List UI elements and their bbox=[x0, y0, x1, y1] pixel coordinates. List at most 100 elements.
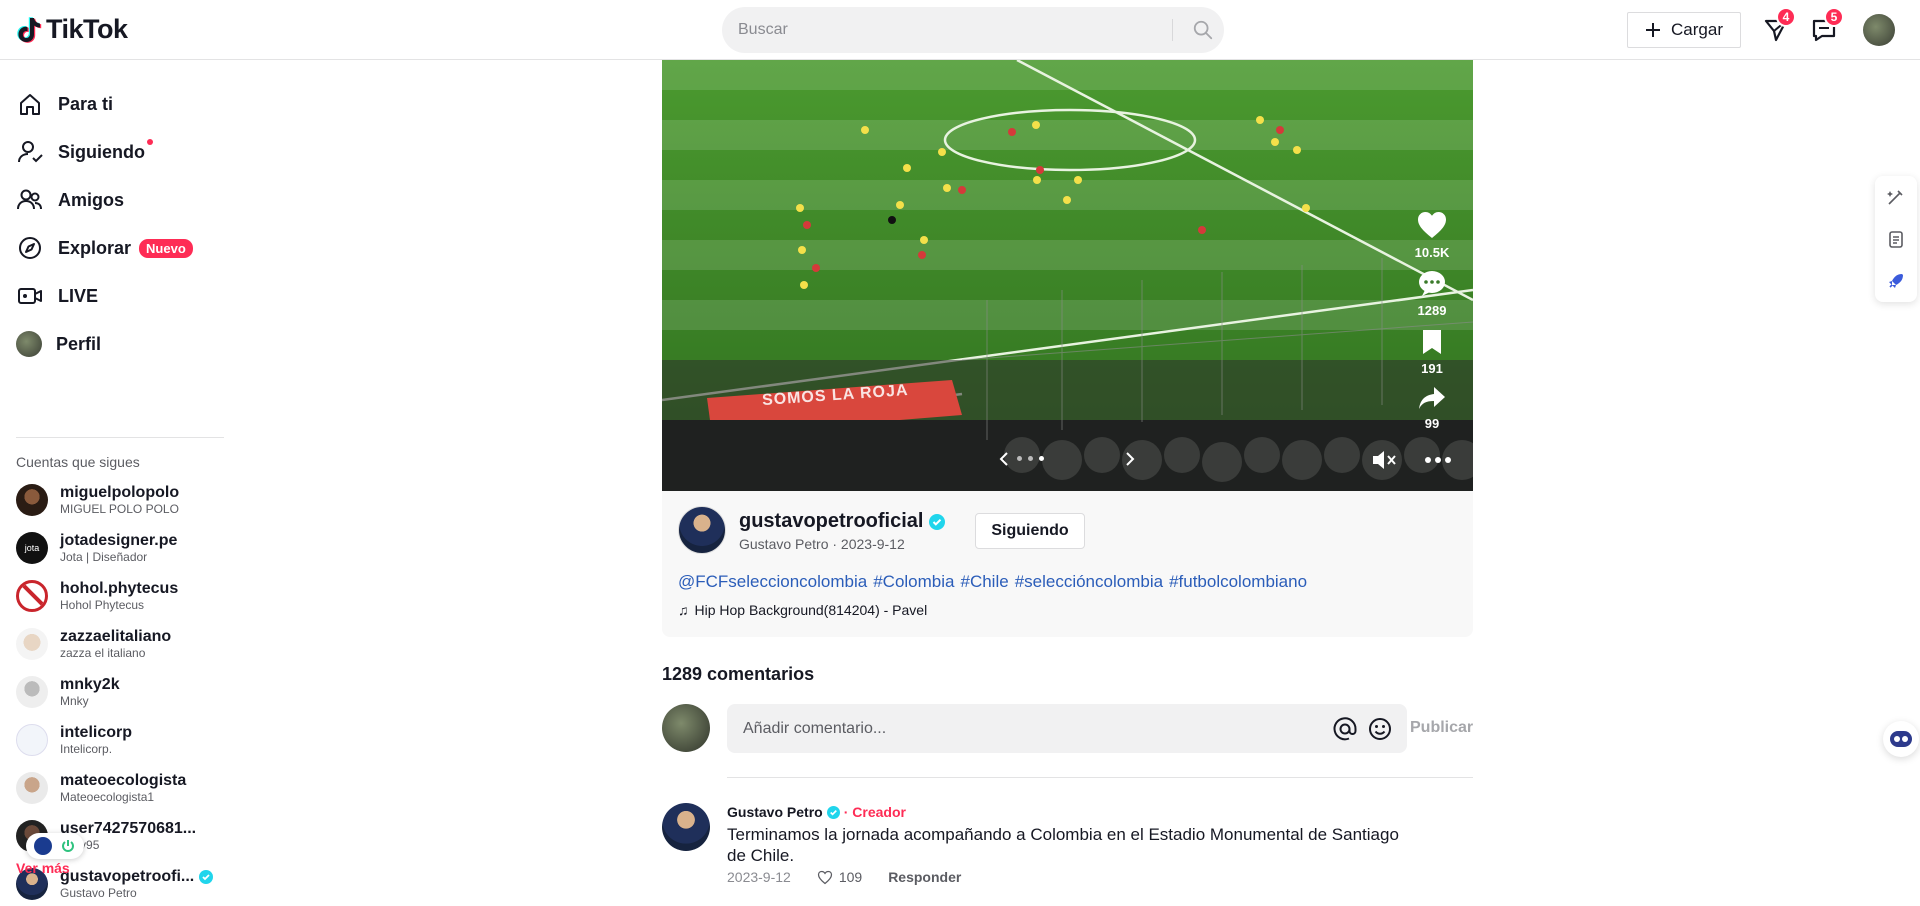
verified-icon bbox=[826, 805, 840, 819]
mention-link[interactable]: @FCFseleccioncolombia bbox=[678, 572, 867, 592]
mention-icon[interactable] bbox=[1332, 716, 1358, 742]
right-toolbar bbox=[1875, 176, 1917, 302]
account-name: intelicorp bbox=[60, 724, 133, 741]
following-button[interactable]: Siguiendo bbox=[975, 513, 1085, 549]
hashtag-link[interactable]: #Chile bbox=[960, 572, 1008, 592]
upload-button[interactable]: Cargar bbox=[1627, 12, 1741, 48]
save-button[interactable]: 191 bbox=[1412, 328, 1452, 376]
account-name: mnky2k bbox=[60, 676, 120, 693]
account-subtitle: zazza el italiano bbox=[60, 646, 146, 660]
hashtag-link[interactable]: #seleccióncolombia bbox=[1015, 572, 1163, 592]
comment-author[interactable]: Gustavo Petro · Creador bbox=[727, 804, 906, 820]
plus-icon bbox=[1646, 23, 1661, 37]
avatar bbox=[16, 772, 48, 804]
carousel-dot[interactable] bbox=[1028, 456, 1033, 461]
nav-label: Siguiendo bbox=[58, 141, 145, 162]
clipboard-icon bbox=[1889, 231, 1903, 248]
account-subtitle: Mnky bbox=[60, 694, 89, 708]
comments-divider bbox=[727, 777, 1473, 778]
account-item[interactable]: intelicorp Intelicorp. bbox=[16, 718, 132, 762]
author-name[interactable]: gustavopetrooficial bbox=[739, 510, 946, 533]
avatar bbox=[16, 484, 48, 516]
chevron-left-icon[interactable] bbox=[998, 451, 1010, 467]
account-name: user7427570681... bbox=[60, 820, 197, 837]
video-player[interactable]: SOMOS LA ROJA 10.5K 1289 191 99 bbox=[662, 60, 1473, 491]
nav-explorar[interactable]: Explorar Nuevo bbox=[16, 228, 193, 268]
comment-button[interactable]: 1289 bbox=[1412, 270, 1452, 318]
carousel-dot[interactable] bbox=[1017, 456, 1022, 461]
nav-live[interactable]: LIVE bbox=[16, 276, 98, 316]
profile-avatar[interactable] bbox=[1863, 14, 1895, 46]
search-divider bbox=[1172, 19, 1173, 41]
compass-icon bbox=[19, 237, 41, 259]
carousel-dot[interactable] bbox=[1039, 456, 1044, 461]
heart-outline-icon bbox=[817, 870, 832, 884]
nav-amigos[interactable]: Amigos bbox=[16, 180, 124, 220]
likes-count: 10.5K bbox=[1414, 245, 1450, 260]
account-item[interactable]: hohol.phytecus Hohol Phytecus bbox=[16, 574, 178, 618]
mini-player-widget[interactable] bbox=[26, 833, 84, 859]
hashtag-link[interactable]: #futbolcolombiano bbox=[1169, 572, 1307, 592]
verified-icon bbox=[929, 513, 946, 530]
comment-input[interactable] bbox=[743, 704, 1303, 753]
account-subtitle: Gustavo Petro bbox=[60, 886, 137, 900]
author-handle: gustavopetrooficial bbox=[739, 510, 924, 532]
nav-label: Amigos bbox=[58, 189, 125, 210]
more-options-icon[interactable] bbox=[1424, 456, 1452, 464]
nav-label: LIVE bbox=[58, 285, 99, 306]
post-info-card: gustavopetrooficial Gustavo Petro · 2023… bbox=[662, 491, 1473, 637]
account-item[interactable]: jota jotadesigner.pe Jota | Diseñador bbox=[16, 526, 177, 570]
search-button[interactable] bbox=[1182, 7, 1224, 53]
share-button[interactable]: 99 bbox=[1412, 385, 1452, 431]
account-subtitle: MIGUEL POLO POLO bbox=[60, 502, 179, 516]
mute-icon[interactable] bbox=[1371, 449, 1397, 471]
account-name: miguelpolopolo bbox=[60, 484, 180, 501]
hashtag-link[interactable]: #Colombia bbox=[873, 572, 954, 592]
ai-edit-tool[interactable] bbox=[1875, 176, 1917, 218]
search-input[interactable] bbox=[738, 7, 1178, 53]
creator-tag: · Creador bbox=[843, 804, 906, 820]
magic-pen-icon bbox=[1887, 190, 1903, 205]
emoji-icon[interactable] bbox=[1367, 716, 1393, 742]
rocket-icon bbox=[1889, 274, 1903, 288]
following-icon bbox=[18, 141, 43, 163]
publish-button[interactable]: Publicar bbox=[1410, 719, 1473, 737]
messages-button[interactable]: 5 bbox=[1810, 7, 1844, 44]
video-frame bbox=[662, 60, 1473, 491]
author-avatar[interactable] bbox=[678, 506, 726, 554]
avatar bbox=[16, 676, 48, 708]
new-activity-dot bbox=[147, 139, 153, 145]
comments-count-heading: 1289 comentarios bbox=[662, 664, 815, 684]
nav-siguiendo[interactable]: Siguiendo bbox=[16, 132, 165, 172]
notes-tool[interactable] bbox=[1875, 218, 1917, 260]
account-item[interactable]: mnky2k Mnky bbox=[16, 670, 120, 714]
assistant-bubble[interactable] bbox=[1883, 721, 1919, 757]
nav-para-ti[interactable]: Para ti bbox=[16, 84, 113, 124]
account-item[interactable]: zazzaelitaliano zazza el italiano bbox=[16, 622, 171, 666]
heart-icon bbox=[1418, 212, 1446, 238]
nav-label: Perfil bbox=[56, 333, 102, 354]
sidebar-divider bbox=[16, 437, 224, 438]
avatar bbox=[16, 724, 48, 756]
music-link[interactable]: ♫ Hip Hop Background(814204) - Pavel bbox=[678, 602, 927, 618]
verified-icon bbox=[198, 869, 213, 884]
avatar bbox=[16, 628, 48, 660]
inbox-filter-button[interactable]: 4 bbox=[1762, 7, 1796, 44]
like-button[interactable]: 10.5K bbox=[1412, 210, 1452, 260]
logo-text: TikTok bbox=[46, 14, 128, 44]
music-note-icon: ♫ bbox=[678, 602, 689, 618]
current-user-avatar bbox=[662, 704, 710, 752]
account-name: jotadesigner.pe bbox=[60, 532, 178, 549]
account-item[interactable]: miguelpolopolo MIGUEL POLO POLO bbox=[16, 478, 179, 522]
boost-tool[interactable] bbox=[1875, 260, 1917, 302]
nav-perfil[interactable]: Perfil bbox=[16, 324, 101, 364]
shares-count: 99 bbox=[1424, 416, 1440, 431]
comment-avatar[interactable] bbox=[662, 803, 710, 851]
power-icon bbox=[62, 840, 74, 852]
bookmark-icon bbox=[1423, 330, 1441, 354]
account-item[interactable]: mateoecologista Mateoecologista1 bbox=[16, 766, 186, 810]
see-more-link[interactable]: Ver más bbox=[16, 860, 70, 876]
chevron-right-icon[interactable] bbox=[1124, 451, 1136, 467]
avatar bbox=[16, 331, 42, 357]
tiktok-logo[interactable]: TikTok bbox=[16, 14, 128, 45]
